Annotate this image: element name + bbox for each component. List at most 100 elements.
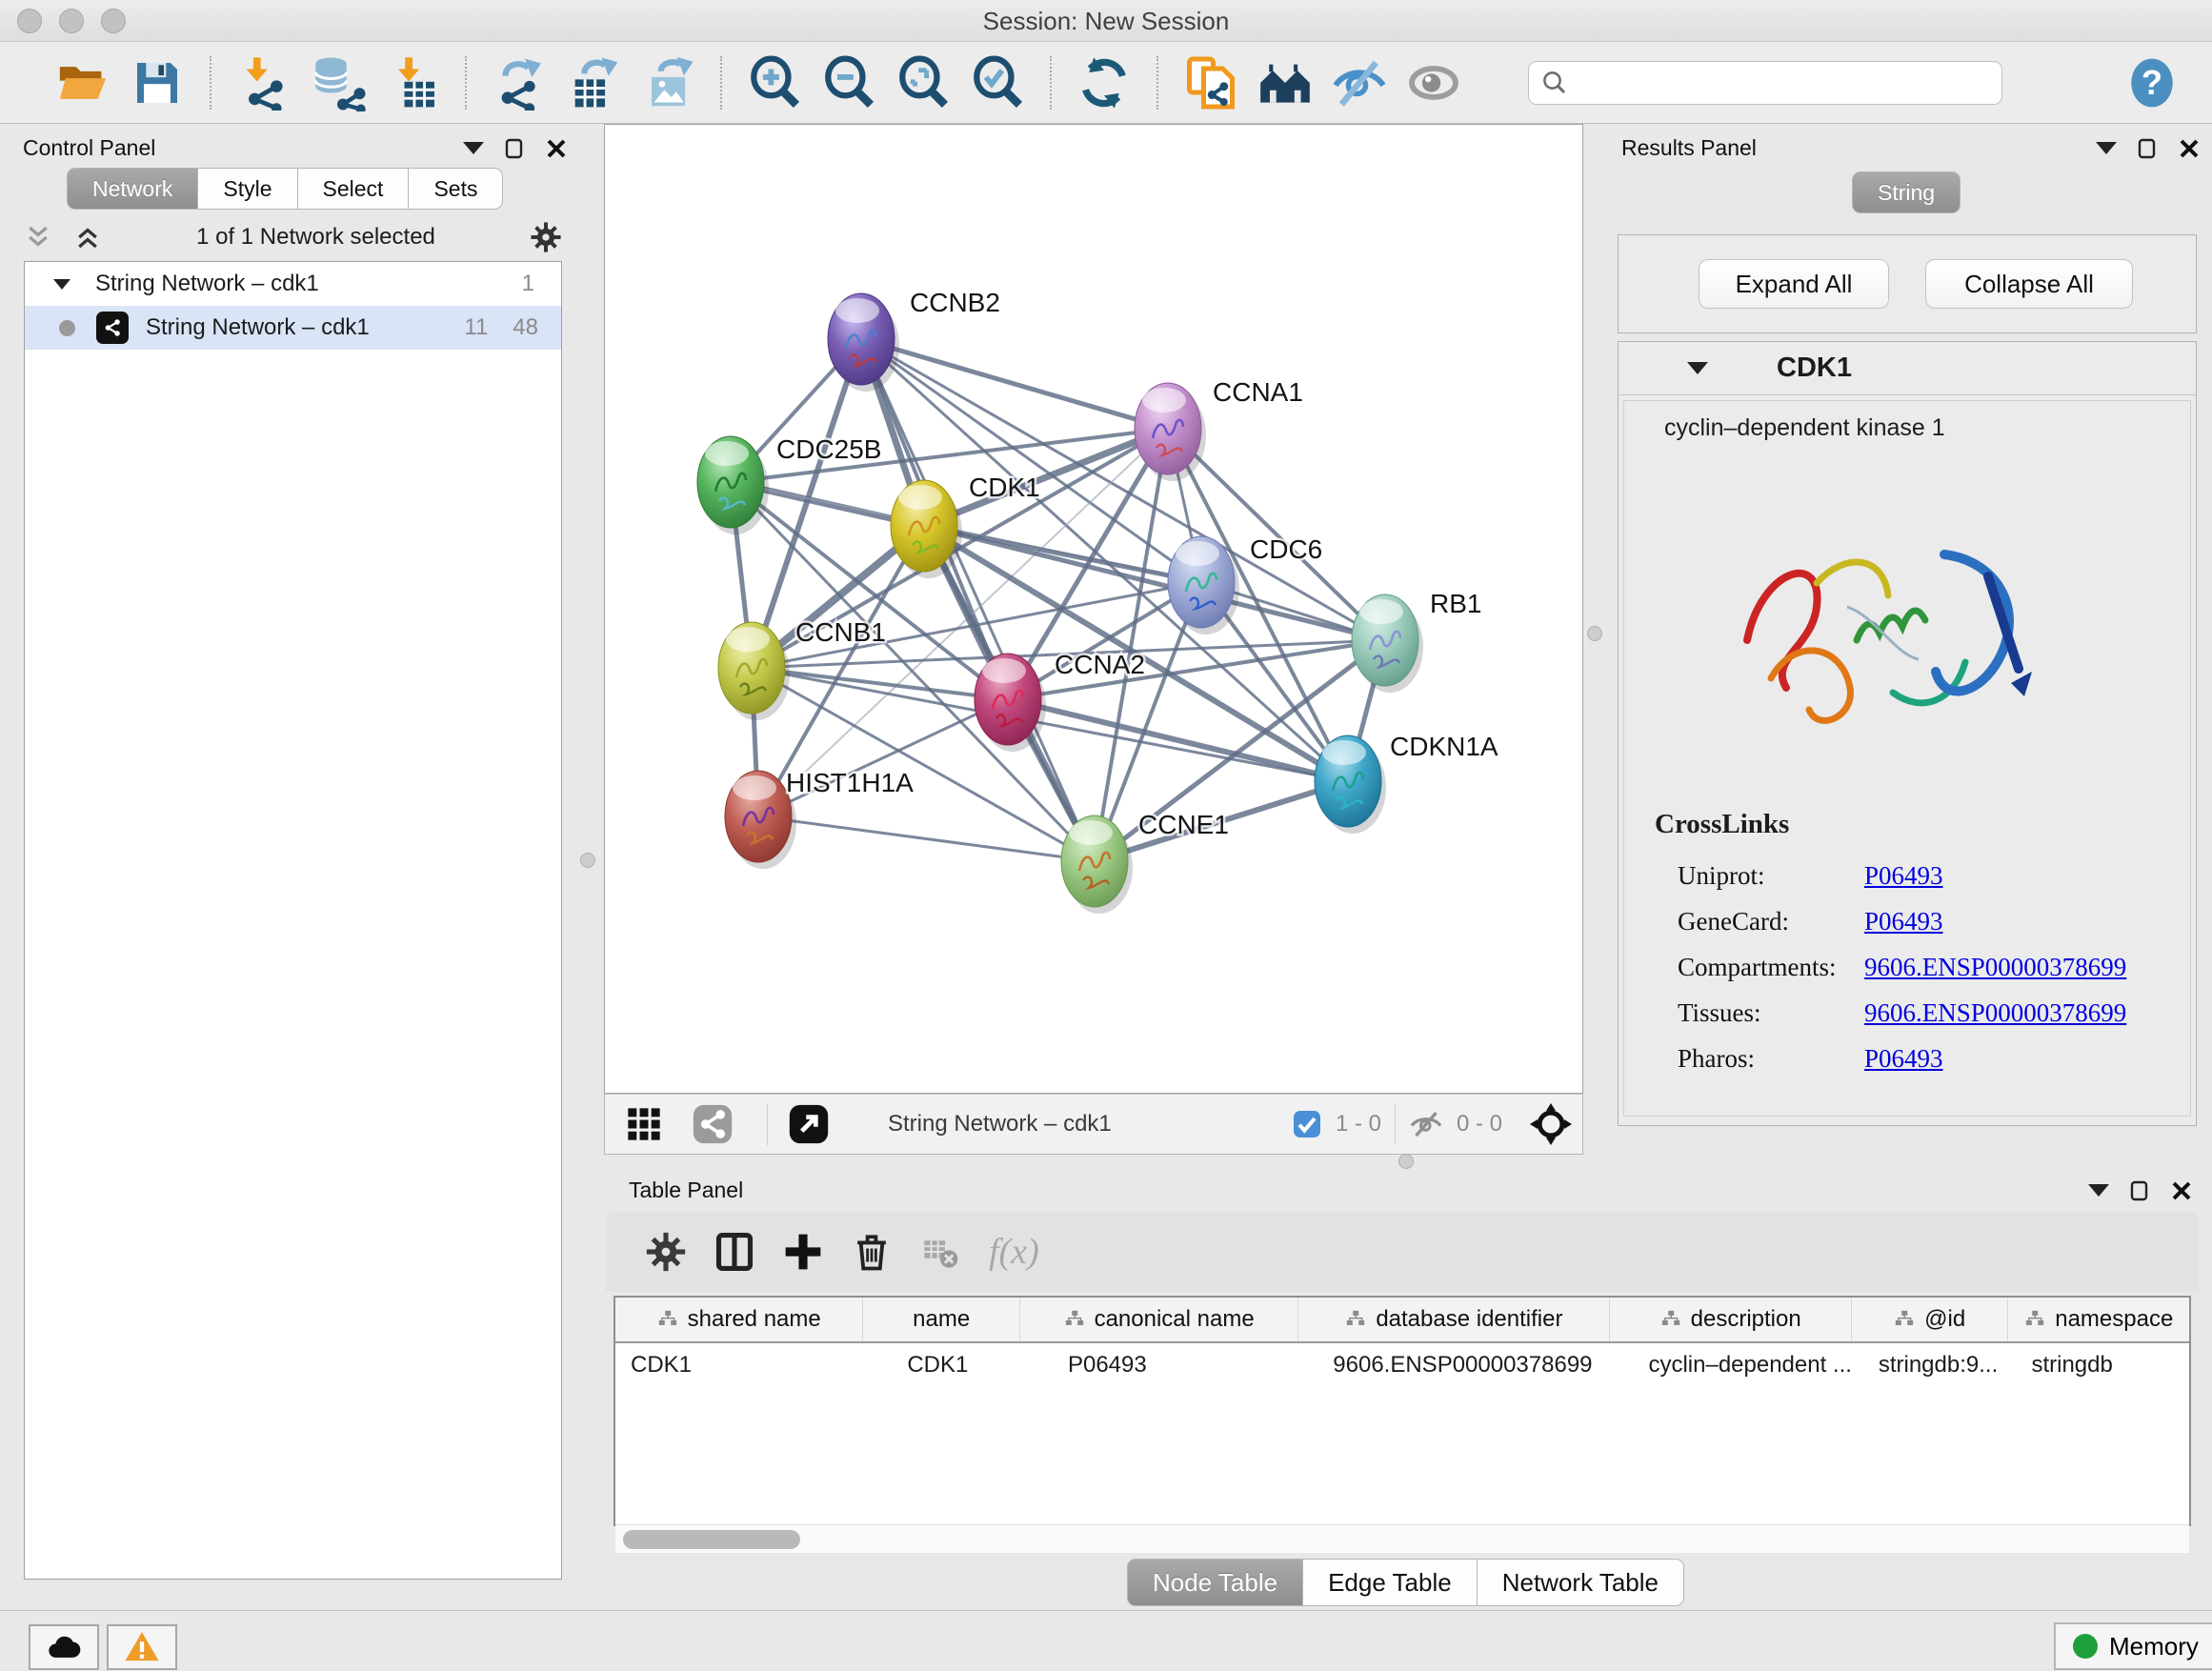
export-image-button[interactable] <box>637 52 698 113</box>
network-edge[interactable] <box>752 668 1008 699</box>
function-builder-button[interactable]: f(x) <box>989 1231 1039 1273</box>
show-glass-pane-button[interactable] <box>1403 52 1464 113</box>
warnings-button[interactable] <box>107 1624 177 1670</box>
tree-expander-icon[interactable] <box>53 279 70 290</box>
network-edge[interactable] <box>758 699 1008 816</box>
zoom-in-button[interactable] <box>744 52 805 113</box>
cell-namespace[interactable]: stringdb <box>2008 1352 2189 1379</box>
column-header-description[interactable]: description <box>1610 1298 1851 1341</box>
tab-edge-table[interactable]: Edge Table <box>1303 1559 1478 1606</box>
panel-menu-icon[interactable] <box>2096 142 2117 154</box>
open-session-button[interactable] <box>52 52 113 113</box>
tab-network-table[interactable]: Network Table <box>1478 1559 1684 1606</box>
search-input[interactable] <box>1577 70 1990 96</box>
close-panel-icon[interactable] <box>2178 137 2201 160</box>
network-node-RB1[interactable] <box>1352 594 1423 693</box>
selected-checkbox-icon[interactable] <box>1292 1109 1322 1139</box>
column-header-database-identifier[interactable]: database identifier <box>1298 1298 1610 1341</box>
close-panel-icon[interactable] <box>545 137 568 160</box>
close-panel-icon[interactable] <box>2170 1179 2193 1202</box>
network-node-CCNE1[interactable] <box>1061 815 1133 914</box>
network-row[interactable]: String Network – cdk1 11 48 <box>25 306 561 350</box>
tab-sets[interactable]: Sets <box>409 168 503 210</box>
grid-view-button[interactable] <box>616 1097 672 1152</box>
add-column-button[interactable] <box>775 1224 831 1279</box>
left-splitter-handle[interactable] <box>580 853 595 868</box>
column-header-id[interactable]: @id <box>1852 1298 2009 1341</box>
table-row[interactable]: CDK1 CDK1 P06493 9606.ENSP00000378699 cy… <box>615 1343 2189 1387</box>
tab-style[interactable]: Style <box>198 168 297 210</box>
expand-all-chevron-icon[interactable] <box>73 223 102 252</box>
cell-canonical-name[interactable]: P06493 <box>1020 1352 1298 1379</box>
save-session-button[interactable] <box>127 52 188 113</box>
gene-expander-icon[interactable] <box>1687 362 1708 374</box>
column-header-shared-name[interactable]: shared name <box>615 1298 863 1341</box>
window-close-icon[interactable] <box>17 9 42 33</box>
crosslink-uniprot-link[interactable]: P06493 <box>1864 861 1943 891</box>
panel-menu-icon[interactable] <box>463 142 484 154</box>
collapse-all-chevron-icon[interactable] <box>24 223 52 252</box>
delete-table-button[interactable] <box>913 1224 968 1279</box>
expand-all-button[interactable]: Expand All <box>1699 259 1889 309</box>
tab-select[interactable]: Select <box>298 168 410 210</box>
hide-glass-pane-button[interactable] <box>1329 52 1390 113</box>
import-table-file-button[interactable] <box>382 52 443 113</box>
network-edge[interactable] <box>758 816 1095 861</box>
help-button[interactable]: ? <box>2122 52 2182 113</box>
crosslink-pharos-link[interactable]: P06493 <box>1864 1044 1943 1074</box>
hidden-eye-slash-icon[interactable] <box>1409 1107 1443 1141</box>
detach-view-button[interactable] <box>781 1097 836 1152</box>
tab-string[interactable]: String <box>1852 171 1961 213</box>
refresh-view-button[interactable] <box>1074 52 1135 113</box>
import-network-file-button[interactable] <box>233 52 294 113</box>
export-table-button[interactable] <box>563 52 624 113</box>
network-node-CCNB1[interactable] <box>718 622 790 720</box>
network-node-CCNA2[interactable] <box>975 654 1046 752</box>
cell-name[interactable]: CDK1 <box>863 1352 1020 1379</box>
cloud-status-button[interactable] <box>29 1624 99 1670</box>
network-node-CCNB2[interactable] <box>828 293 899 392</box>
zoom-selected-button[interactable] <box>967 52 1028 113</box>
tab-network[interactable]: Network <box>67 168 198 210</box>
cell-database-identifier[interactable]: 9606.ENSP00000378699 <box>1298 1352 1610 1379</box>
panel-menu-icon[interactable] <box>2088 1184 2109 1197</box>
import-network-database-button[interactable] <box>308 52 369 113</box>
float-panel-icon[interactable] <box>2136 137 2159 160</box>
toolbar-search[interactable] <box>1528 61 2002 105</box>
network-node-CDKN1A[interactable] <box>1315 735 1386 834</box>
zoom-fit-button[interactable] <box>893 52 954 113</box>
window-minimize-icon[interactable] <box>59 9 84 33</box>
network-edge[interactable] <box>861 339 1168 429</box>
network-canvas[interactable]: CCNB2CCNA1CDC25BCDK1CDC6RB1CCNB1CCNA2CDK… <box>604 124 1583 1094</box>
column-header-name[interactable]: name <box>863 1298 1020 1341</box>
float-panel-icon[interactable] <box>2128 1179 2151 1202</box>
birdseye-view-button[interactable] <box>1523 1097 1579 1152</box>
network-options-gear-icon[interactable] <box>530 221 562 253</box>
network-view-mode-button[interactable] <box>685 1097 740 1152</box>
network-collection-row[interactable]: String Network – cdk1 1 <box>25 262 561 306</box>
cell-shared-name[interactable]: CDK1 <box>615 1352 863 1379</box>
cell-id[interactable]: stringdb:9... <box>1852 1352 2009 1379</box>
clone-network-button[interactable] <box>1180 52 1241 113</box>
network-graph[interactable]: CCNB2CCNA1CDC25BCDK1CDC6RB1CCNB1CCNA2CDK… <box>605 125 1582 1093</box>
window-zoom-icon[interactable] <box>101 9 126 33</box>
export-network-button[interactable] <box>489 52 550 113</box>
scrollbar-thumb[interactable] <box>623 1530 800 1549</box>
show-columns-button[interactable] <box>707 1224 762 1279</box>
float-panel-icon[interactable] <box>503 137 526 160</box>
tab-node-table[interactable]: Node Table <box>1127 1559 1303 1606</box>
node-table[interactable]: shared name name canonical name database… <box>613 1296 2191 1526</box>
crosslink-genecard-link[interactable]: P06493 <box>1864 907 1943 936</box>
bottom-splitter-handle[interactable] <box>1398 1154 1414 1169</box>
zoom-out-button[interactable] <box>818 52 879 113</box>
column-header-canonical-name[interactable]: canonical name <box>1020 1298 1298 1341</box>
table-settings-button[interactable] <box>638 1224 694 1279</box>
column-header-namespace[interactable]: namespace <box>2008 1298 2189 1341</box>
cell-description[interactable]: cyclin–dependent ... <box>1610 1352 1851 1379</box>
collapse-all-button[interactable]: Collapse All <box>1925 259 2133 309</box>
crosslink-compartments-link[interactable]: 9606.ENSP00000378699 <box>1864 953 2126 982</box>
table-horizontal-scrollbar[interactable] <box>615 1524 2189 1553</box>
string-home-button[interactable] <box>1255 52 1316 113</box>
crosslink-tissues-link[interactable]: 9606.ENSP00000378699 <box>1864 998 2126 1028</box>
delete-column-button[interactable] <box>844 1224 899 1279</box>
